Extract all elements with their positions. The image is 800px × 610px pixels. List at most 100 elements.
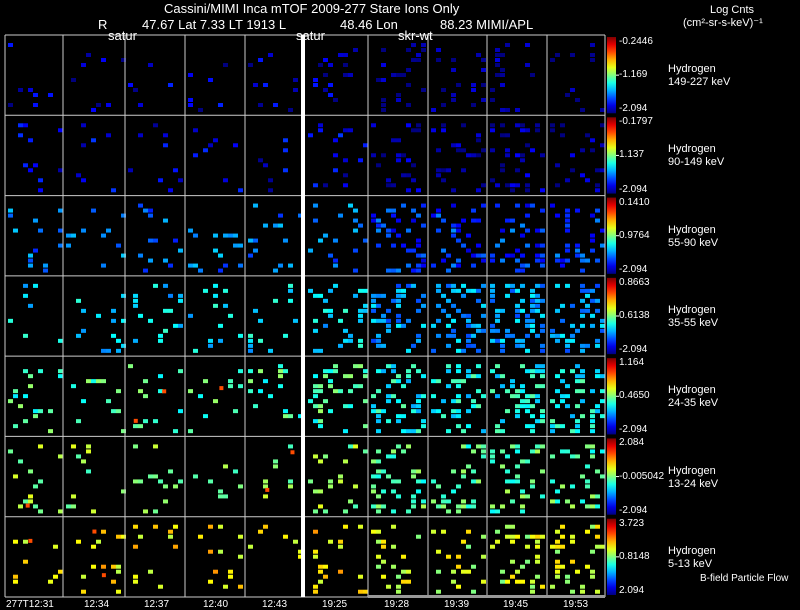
heatmap-cell — [490, 509, 495, 514]
heatmap-cell — [481, 394, 486, 399]
bfield-bar — [368, 595, 605, 598]
heatmap-cell — [590, 58, 595, 62]
heatmap-cell — [535, 444, 540, 449]
colorbar-mid-label: 0.6138 — [619, 310, 650, 321]
heatmap-cell — [248, 348, 253, 353]
heatmap-cell — [461, 474, 466, 479]
heatmap-cell — [318, 389, 323, 394]
heatmap-cell — [451, 379, 456, 384]
heatmap-cell — [590, 238, 595, 243]
heatmap-cell — [565, 208, 570, 213]
heatmap-cell — [162, 389, 167, 394]
info-r: R — [98, 17, 108, 32]
heatmap-cell — [595, 338, 600, 343]
heatmap-cell — [535, 364, 540, 369]
heatmap-cell — [381, 343, 386, 348]
heatmap-cell — [86, 469, 91, 474]
heatmap-cell — [203, 288, 208, 293]
heatmap-cell — [540, 409, 545, 414]
heatmap-cell — [500, 258, 505, 263]
heatmap-cell — [133, 293, 138, 298]
heatmap-cell — [28, 303, 33, 308]
heatmap-cell — [456, 554, 461, 559]
heatmap-cell — [253, 404, 258, 409]
heatmap-cell — [441, 308, 446, 313]
heatmap-cell — [396, 283, 401, 288]
colorbar-max-label: 0.8663 — [619, 276, 650, 288]
heatmap-cell — [283, 369, 288, 374]
heatmap-cell — [520, 494, 525, 499]
heatmap-cell — [411, 163, 416, 168]
heatmap-cell — [381, 153, 386, 158]
heatmap-cell — [106, 348, 111, 353]
heatmap-cell — [416, 333, 421, 338]
heatmap-cell — [595, 524, 600, 529]
heatmap-cell — [58, 128, 63, 133]
heatmap-cell — [91, 544, 96, 549]
heatmap-cell — [218, 524, 223, 529]
heatmap-cell — [525, 369, 530, 374]
heatmap-cell — [481, 183, 486, 188]
heatmap-cell — [111, 409, 116, 414]
heatmap-cell — [318, 348, 323, 353]
heatmap-cell — [323, 564, 328, 569]
heatmap-cell — [163, 308, 168, 313]
heatmap-cell — [13, 389, 18, 394]
heatmap-cell — [466, 374, 471, 379]
heatmap-cell — [213, 399, 218, 404]
heatmap-cell — [500, 419, 505, 424]
heatmap-cell — [401, 579, 406, 584]
heatmap-cell — [456, 369, 461, 374]
heatmap-cell — [446, 499, 451, 504]
heatmap-cell — [565, 228, 570, 233]
heatmap-cell — [178, 323, 183, 328]
heatmap-cell — [555, 574, 560, 579]
heatmap-cell — [535, 303, 540, 308]
heatmap-cell — [96, 379, 101, 384]
heatmap-cell — [515, 338, 520, 343]
heatmap-cell — [411, 474, 416, 479]
heatmap-cell — [525, 333, 530, 338]
heatmap-cell — [338, 544, 343, 549]
heatmap-cell — [148, 318, 153, 323]
heatmap-cell — [396, 288, 401, 293]
heatmap-cell — [248, 379, 253, 384]
heatmap-cell — [515, 449, 520, 454]
heatmap-cell — [391, 208, 396, 213]
heatmap-cell — [481, 554, 486, 559]
heatmap-cell — [471, 218, 476, 223]
heatmap-cell — [495, 539, 500, 544]
heatmap-cell — [525, 424, 530, 429]
heatmap-cell — [396, 73, 401, 77]
heatmap-cell — [490, 283, 495, 288]
heatmap-cell — [396, 293, 401, 298]
heatmap-cell — [416, 253, 421, 258]
heatmap-cell — [338, 213, 343, 218]
heatmap-cell — [515, 313, 520, 318]
heatmap-cell — [515, 248, 520, 253]
heatmap-cell — [28, 374, 33, 379]
heatmap-cell — [173, 484, 178, 489]
heatmap-cell — [396, 479, 401, 484]
heatmap-cell — [401, 449, 406, 454]
heatmap-cell — [600, 228, 605, 233]
heatmap-cell — [328, 93, 333, 97]
heatmap-cell — [178, 409, 183, 414]
heatmap-cell — [476, 323, 481, 328]
row-species-label: Hydrogen — [668, 304, 716, 316]
heatmap-cell — [490, 88, 495, 92]
heatmap-cell — [461, 569, 466, 574]
heatmap-cell — [515, 203, 520, 208]
heatmap-cell — [333, 258, 338, 263]
heatmap-cell — [575, 419, 580, 424]
heatmap-cell — [308, 479, 313, 484]
heatmap-cell — [461, 283, 466, 288]
heatmap-cell — [481, 444, 486, 449]
heatmap-cell — [560, 263, 565, 268]
heatmap-cell — [313, 293, 318, 298]
heatmap-cell — [106, 399, 111, 404]
heatmap-cell — [490, 389, 495, 394]
heatmap-cell — [198, 394, 203, 399]
heatmap-cell — [550, 399, 555, 404]
heatmap-cell — [178, 298, 183, 303]
